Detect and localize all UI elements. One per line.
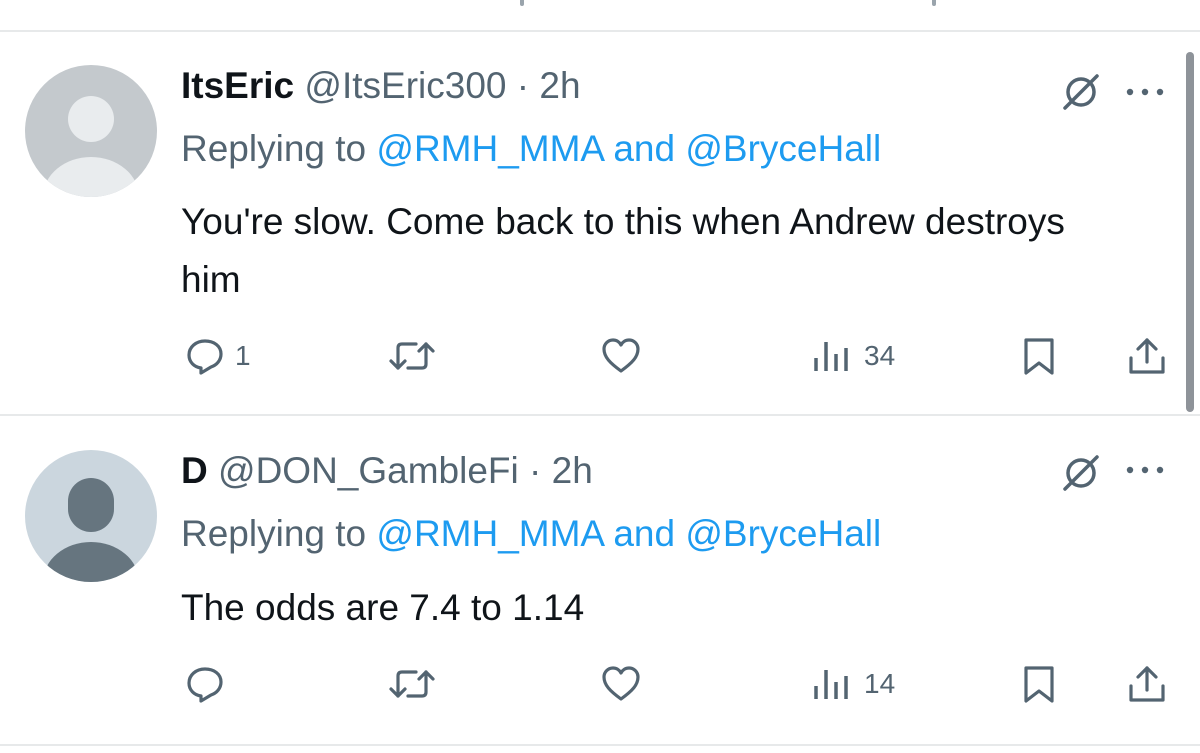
like-button[interactable]: [600, 659, 642, 709]
tweet-text: You're slow. Come back to this when Andr…: [181, 201, 1065, 300]
replying-to-label: Replying to: [181, 128, 367, 169]
views-button[interactable]: 14: [812, 659, 895, 709]
more-icon[interactable]: [1124, 460, 1166, 480]
reply-icon: [187, 339, 223, 375]
bookmark-icon: [1024, 338, 1054, 375]
tweet-header: ItsEric @ItsEric300 · 2h: [181, 64, 581, 108]
reply-tweet[interactable]: ItsEric @ItsEric300 · 2h Replying to @RM…: [0, 32, 1200, 414]
replying-to: Replying to @RMH_MMA and @BryceHall: [181, 127, 881, 171]
replying-to-users[interactable]: @RMH_MMA and @BryceHall: [376, 128, 881, 169]
heart-icon: [602, 666, 640, 701]
bookmark-button[interactable]: [1022, 331, 1056, 381]
share-button[interactable]: [1127, 331, 1167, 381]
retweet-button[interactable]: [388, 331, 436, 381]
views-icon: [814, 342, 848, 371]
reply-button[interactable]: 1: [185, 331, 251, 381]
retweet-icon: [389, 342, 435, 370]
display-name[interactable]: ItsEric: [181, 65, 294, 106]
replying-to-users[interactable]: @RMH_MMA and @BryceHall: [376, 513, 881, 554]
tweet-actions: 1 34: [0, 331, 1200, 381]
retweet-icon: [389, 670, 435, 698]
replying-to-label: Replying to: [181, 513, 367, 554]
tweet-header: D @DON_GambleFi · 2h: [181, 449, 593, 493]
avatar[interactable]: [25, 65, 157, 197]
avatar[interactable]: [25, 450, 157, 582]
timestamp[interactable]: · 2h: [529, 450, 593, 491]
display-name[interactable]: D: [181, 450, 208, 491]
share-icon: [1129, 666, 1165, 702]
views-button[interactable]: 34: [812, 331, 895, 381]
reply-thread: ItsEric @ItsEric300 · 2h Replying to @RM…: [0, 0, 1200, 753]
view-count: 34: [864, 340, 896, 371]
tweet-actions: 14: [0, 659, 1200, 709]
user-handle[interactable]: @DON_GambleFi: [218, 450, 519, 491]
divider: [0, 744, 1200, 746]
timestamp[interactable]: · 2h: [517, 65, 581, 106]
replying-to: Replying to @RMH_MMA and @BryceHall: [181, 512, 881, 556]
tweet-text: The odds are 7.4 to 1.14: [181, 587, 585, 628]
reply-button[interactable]: [185, 659, 235, 709]
previous-tweet-fragment: [520, 0, 524, 6]
reply-tweet[interactable]: D @DON_GambleFi · 2h Replying to @RMH_MM…: [0, 416, 1200, 744]
like-button[interactable]: [600, 331, 642, 381]
views-icon: [814, 670, 848, 699]
more-icon[interactable]: [1124, 82, 1166, 102]
default-avatar-icon: [25, 65, 157, 197]
reply-count: 1: [235, 340, 251, 371]
share-icon: [1129, 338, 1165, 374]
retweet-button[interactable]: [388, 659, 436, 709]
share-button[interactable]: [1127, 659, 1167, 709]
default-avatar-icon: [25, 450, 157, 582]
user-handle[interactable]: @ItsEric300: [304, 65, 506, 106]
bookmark-button[interactable]: [1022, 659, 1056, 709]
heart-icon: [602, 338, 640, 373]
reply-icon: [187, 667, 223, 703]
grok-icon[interactable]: [1060, 452, 1102, 494]
bookmark-icon: [1024, 666, 1054, 703]
view-count: 14: [864, 668, 896, 699]
previous-tweet-fragment: [932, 0, 936, 6]
grok-icon[interactable]: [1060, 71, 1102, 113]
scrollbar[interactable]: [1186, 52, 1194, 412]
